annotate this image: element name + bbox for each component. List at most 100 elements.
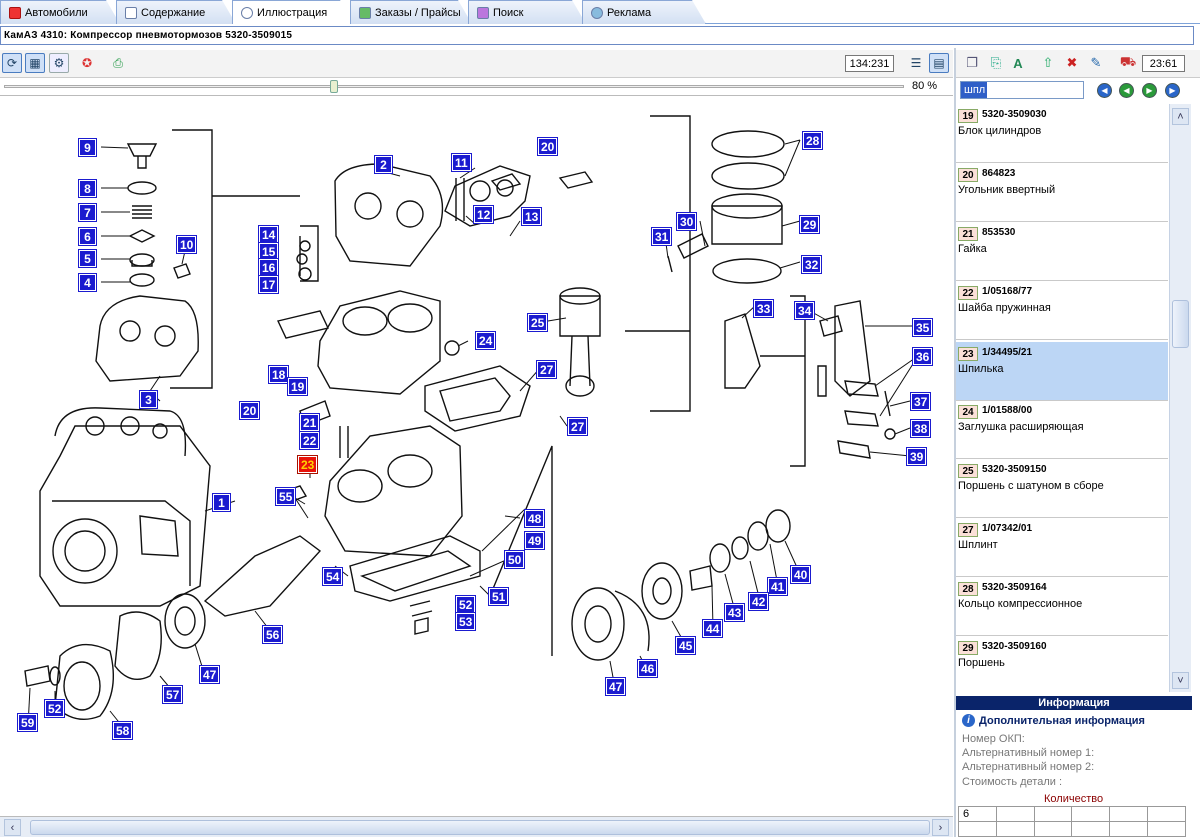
callout-2[interactable]: 2: [375, 156, 392, 173]
list-item[interactable]: 20 864823 Угольник ввертный: [956, 163, 1168, 222]
callout-4[interactable]: 4: [79, 274, 96, 291]
callout-3[interactable]: 3: [140, 391, 157, 408]
text-button[interactable]: A: [1008, 53, 1028, 73]
parts-list-scrollbar[interactable]: ˄ ˅: [1169, 104, 1191, 692]
prev-button[interactable]: ◀: [1119, 83, 1134, 98]
list-item[interactable]: 24 1/01588/00 Заглушка расширяющая: [956, 400, 1168, 459]
tab-automobiles[interactable]: Автомобили: [0, 0, 120, 24]
callout-25[interactable]: 25: [528, 314, 548, 331]
list-item[interactable]: 22 1/05168/77 Шайба пружинная: [956, 281, 1168, 340]
copy-button[interactable]: ❐: [962, 53, 982, 73]
callout-52-left[interactable]: 52: [45, 700, 65, 717]
callout-50[interactable]: 50: [505, 551, 525, 568]
up-button[interactable]: ⇧: [1038, 53, 1058, 73]
callout-39[interactable]: 39: [907, 448, 927, 465]
print-button[interactable]: ⎙: [108, 53, 128, 73]
callout-56[interactable]: 56: [263, 626, 283, 643]
quantity-cell[interactable]: 6: [958, 806, 997, 822]
callout-1[interactable]: 1: [213, 494, 230, 511]
callout-35[interactable]: 35: [913, 319, 933, 336]
scroll-up-button[interactable]: ˄: [1172, 108, 1189, 125]
scroll-left-button[interactable]: ‹: [4, 819, 21, 836]
callout-55[interactable]: 55: [276, 488, 296, 505]
callout-12[interactable]: 12: [474, 206, 494, 223]
tab-contents[interactable]: Содержание: [116, 0, 236, 24]
callout-36[interactable]: 36: [913, 348, 933, 365]
callout-43[interactable]: 43: [725, 604, 745, 621]
callout-27-top[interactable]: 27: [537, 361, 557, 378]
illustration-canvas[interactable]: 1 2 3 4 5 6 7 8 9 10 11 12 13 14 15 16 1…: [0, 95, 953, 815]
horizontal-scrollbar[interactable]: ‹ ›: [0, 816, 953, 837]
callout-10[interactable]: 10: [177, 236, 197, 253]
callout-40[interactable]: 40: [791, 566, 811, 583]
scroll-right-button[interactable]: ›: [932, 819, 949, 836]
next-button[interactable]: ▶: [1142, 83, 1157, 98]
callout-41[interactable]: 41: [768, 578, 788, 595]
callout-20-left[interactable]: 20: [240, 402, 260, 419]
callout-18[interactable]: 18: [269, 366, 289, 383]
callout-27-bottom[interactable]: 27: [568, 418, 588, 435]
last-button[interactable]: ▶: [1165, 83, 1180, 98]
list-item[interactable]: 28 5320-3509164 Кольцо компрессионное: [956, 577, 1168, 636]
callout-14[interactable]: 14: [259, 226, 279, 243]
fit-button[interactable]: ⟳: [2, 53, 22, 73]
callout-28[interactable]: 28: [803, 132, 823, 149]
list-view-button[interactable]: ☰: [906, 53, 926, 73]
callout-53[interactable]: 53: [456, 613, 476, 630]
callout-42[interactable]: 42: [749, 593, 769, 610]
cart-button[interactable]: ⛟: [1118, 53, 1138, 73]
callout-59[interactable]: 59: [18, 714, 38, 731]
callout-31[interactable]: 31: [652, 228, 672, 245]
callout-57[interactable]: 57: [163, 686, 183, 703]
callout-19[interactable]: 19: [288, 378, 308, 395]
tab-illustration[interactable]: Иллюстрация: [232, 0, 354, 24]
callout-38[interactable]: 38: [911, 420, 931, 437]
zoom-slider-track[interactable]: [4, 85, 904, 88]
list-item[interactable]: 27 1/07342/01 Шплинт: [956, 518, 1168, 577]
favorite-button[interactable]: ✪: [77, 53, 97, 73]
edit-button[interactable]: ✎: [1086, 53, 1106, 73]
callout-9[interactable]: 9: [79, 139, 96, 156]
list-item[interactable]: 25 5320-3509150 Поршень с шатуном в сбор…: [956, 459, 1168, 518]
tab-search[interactable]: Поиск: [468, 0, 586, 24]
callout-33[interactable]: 33: [754, 300, 774, 317]
callout-8[interactable]: 8: [79, 180, 96, 197]
callout-11[interactable]: 11: [452, 154, 471, 171]
callout-49[interactable]: 49: [525, 532, 545, 549]
callout-13[interactable]: 13: [522, 208, 542, 225]
callout-52-center[interactable]: 52: [456, 596, 476, 613]
callout-29[interactable]: 29: [800, 216, 820, 233]
callout-30[interactable]: 30: [677, 213, 697, 230]
paste-button[interactable]: ⎘: [986, 53, 1006, 73]
callout-54[interactable]: 54: [323, 568, 343, 585]
callout-51[interactable]: 51: [489, 588, 509, 605]
zoom-slider-handle[interactable]: [330, 80, 338, 93]
callout-23-selected[interactable]: 23: [298, 456, 318, 473]
callout-44[interactable]: 44: [703, 620, 723, 637]
callout-45[interactable]: 45: [676, 637, 696, 654]
horizontal-scroll-thumb[interactable]: [30, 820, 930, 835]
callout-47-right[interactable]: 47: [606, 678, 626, 695]
callout-58[interactable]: 58: [113, 722, 133, 739]
vertical-scroll-thumb[interactable]: [1172, 300, 1189, 348]
callout-17[interactable]: 17: [259, 276, 279, 293]
list-item[interactable]: 19 5320-3509030 Блок цилиндров: [956, 104, 1168, 163]
callout-34[interactable]: 34: [795, 302, 815, 319]
callout-21[interactable]: 21: [300, 414, 320, 431]
search-input[interactable]: [960, 81, 1084, 99]
grid-button[interactable]: ▦: [25, 53, 45, 73]
callout-20-top[interactable]: 20: [538, 138, 558, 155]
detail-view-button[interactable]: ▤: [929, 53, 949, 73]
callout-7[interactable]: 7: [79, 204, 96, 221]
callout-16[interactable]: 16: [259, 259, 279, 276]
callout-37[interactable]: 37: [911, 393, 931, 410]
callout-32[interactable]: 32: [802, 256, 822, 273]
list-item[interactable]: 21 853530 Гайка: [956, 222, 1168, 281]
list-item[interactable]: 29 5320-3509160 Поршень: [956, 636, 1168, 692]
callout-5[interactable]: 5: [79, 250, 96, 267]
delete-button[interactable]: ✖: [1062, 53, 1082, 73]
list-item-selected[interactable]: 23 1/34495/21 Шпилька: [956, 342, 1168, 401]
tab-ads[interactable]: Реклама: [582, 0, 706, 24]
callout-6[interactable]: 6: [79, 228, 96, 245]
callout-22[interactable]: 22: [300, 432, 320, 449]
